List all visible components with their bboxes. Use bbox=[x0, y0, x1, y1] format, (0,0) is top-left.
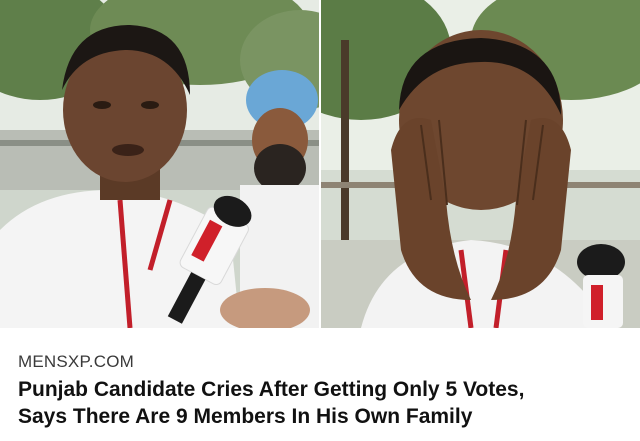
headline-line-1: Punjab Candidate Cries After Getting Onl… bbox=[18, 378, 525, 401]
photo-candidate-crying bbox=[321, 0, 640, 328]
photo-candidate-speaking bbox=[0, 0, 319, 328]
photo-candidate-crying-image bbox=[321, 0, 640, 328]
headline[interactable]: Punjab Candidate Cries After Getting Onl… bbox=[18, 376, 630, 430]
photo-candidate-speaking-image bbox=[0, 0, 319, 328]
photo-pair bbox=[0, 0, 640, 328]
headline-line-2: Says There Are 9 Members In His Own Fami… bbox=[18, 405, 473, 428]
source-domain[interactable]: MENSXP.COM bbox=[18, 352, 134, 372]
news-card[interactable]: MENSXP.COM Punjab Candidate Cries After … bbox=[0, 0, 640, 441]
